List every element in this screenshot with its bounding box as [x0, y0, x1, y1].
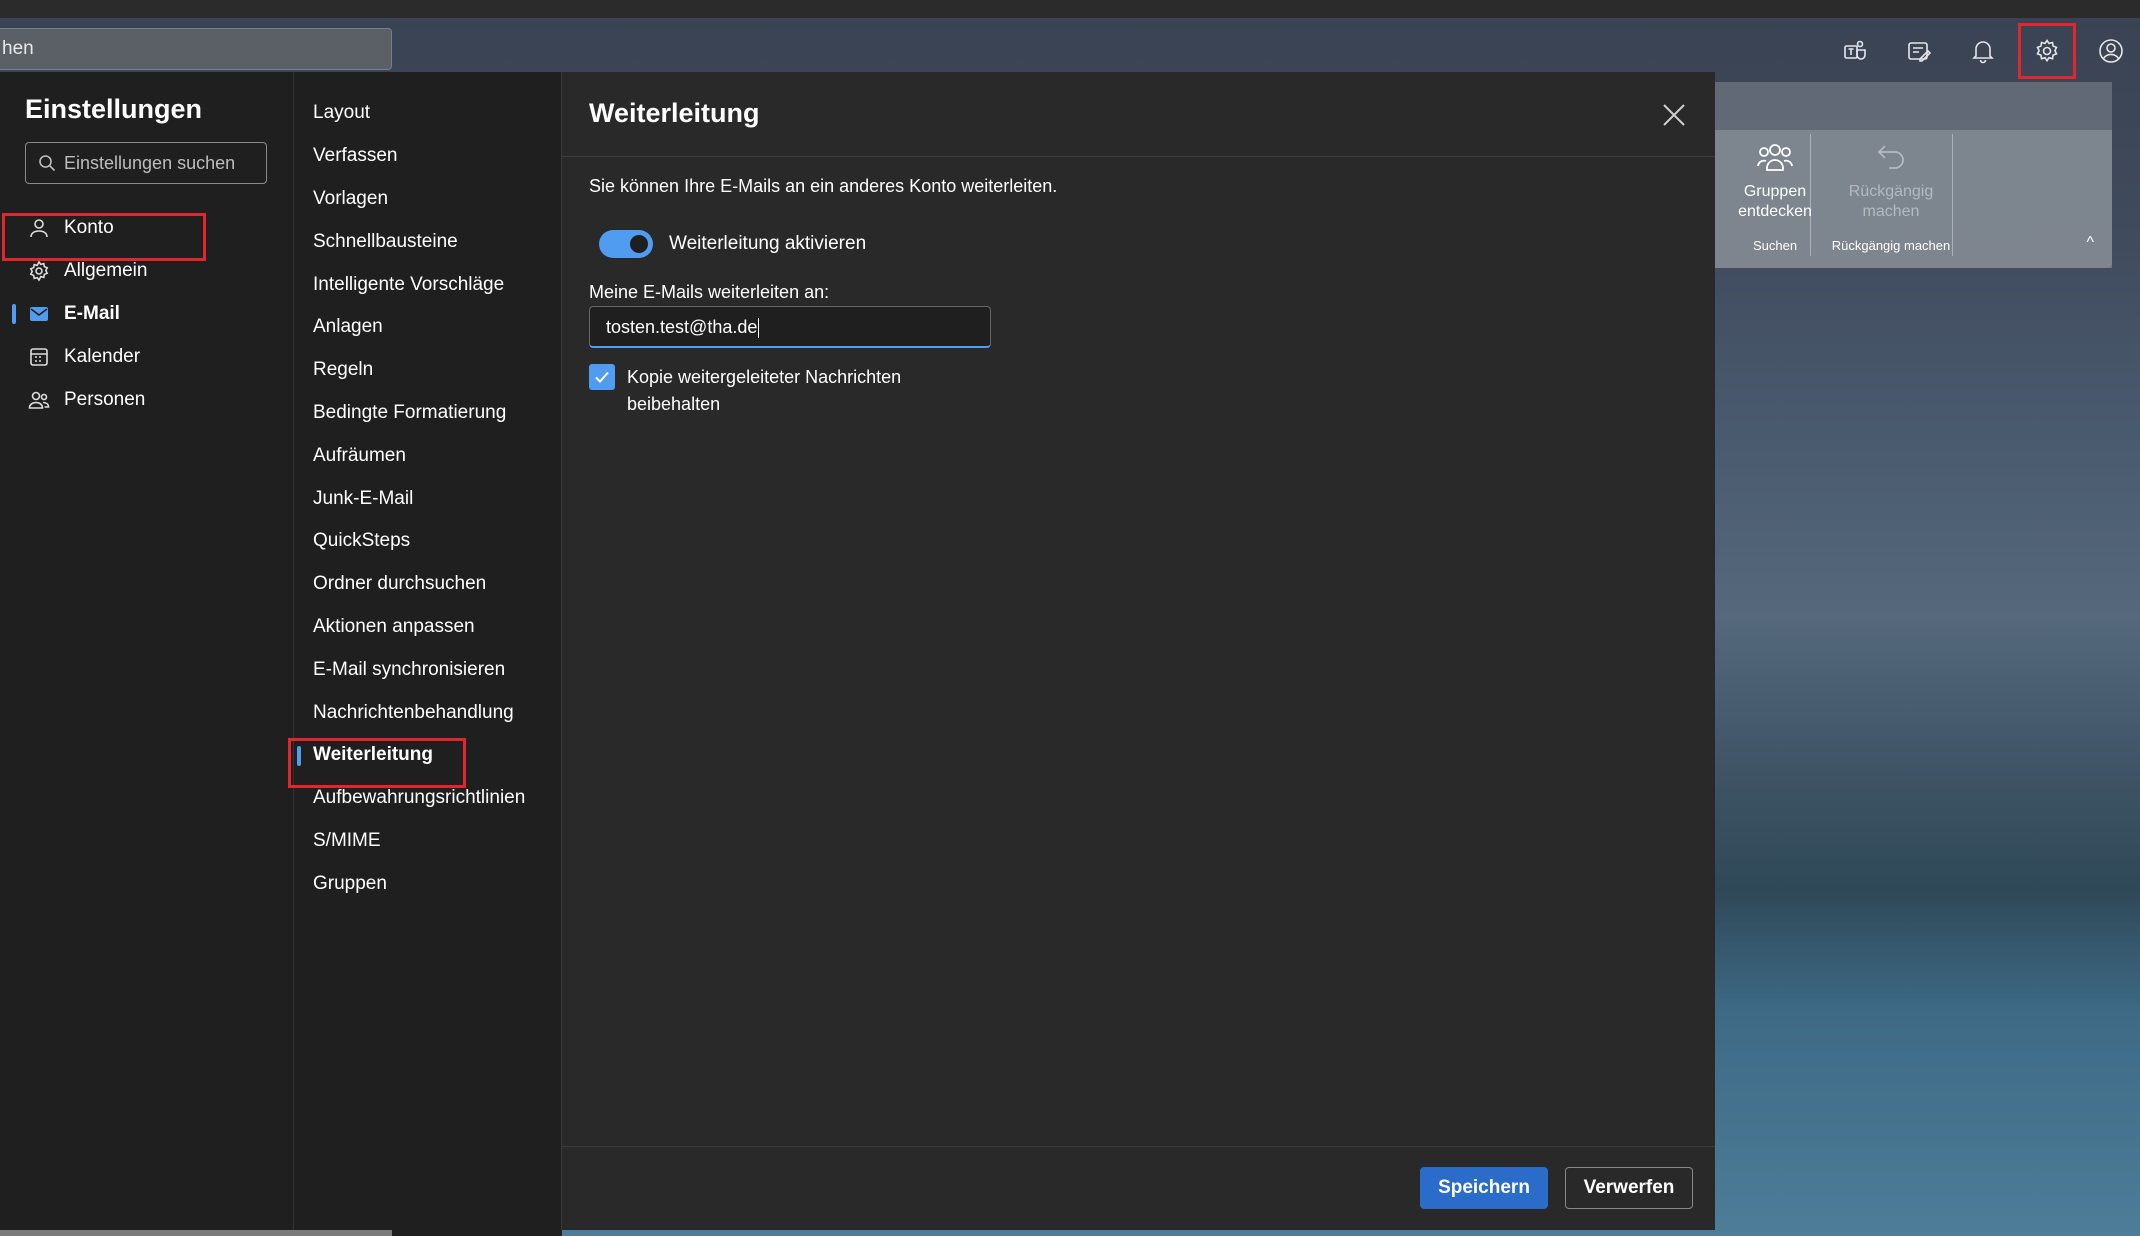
toggle-knob: [630, 235, 648, 253]
bottom-edge: [0, 1230, 392, 1236]
discard-button[interactable]: Verwerfen: [1565, 1167, 1693, 1209]
forwarding-toggle-row: Weiterleitung aktivieren: [599, 230, 866, 258]
keep-copy-row: Kopie weitergeleiteter Nachrichten beibe…: [589, 364, 947, 418]
people-icon: [28, 391, 50, 409]
gear-icon: [29, 260, 49, 281]
mail-icon: [30, 306, 48, 321]
footer-divider: [562, 1146, 1715, 1147]
undo-label: Rückgängig machen: [1848, 183, 1934, 220]
category-label: Allgemein: [64, 259, 148, 281]
discover-groups-label: Gruppen entdecken: [1738, 183, 1812, 220]
bell-icon[interactable]: [1954, 23, 2012, 79]
subnav-aktionen-anpassen[interactable]: Aktionen anpassen: [294, 606, 562, 649]
search-group-label: Suchen: [1752, 238, 1798, 253]
keep-copy-label: Kopie weitergeleiteter Nachrichten beibe…: [627, 367, 902, 414]
ribbon-separator: [1810, 134, 1811, 256]
gear-icon: [2036, 39, 2058, 63]
subnav-regeln[interactable]: Regeln: [294, 349, 562, 392]
ribbon-collapse-button[interactable]: ^: [2086, 234, 2094, 252]
forward-address-label: Meine E-Mails weiterleiten an:: [589, 282, 830, 302]
calendar-icon: [30, 347, 48, 366]
discover-groups-button[interactable]: Gruppen entdecken: [1720, 138, 1830, 222]
subnav-schnellbausteine[interactable]: Schnellbausteine: [294, 220, 562, 263]
window-top-strip: [0, 0, 2140, 18]
settings-title: Einstellungen: [25, 94, 203, 124]
forward-address-value: tosten.test@tha.de: [606, 317, 758, 337]
text-caret: [758, 318, 760, 339]
subnav-smime[interactable]: S/MIME: [294, 820, 562, 863]
undo-icon: [1877, 145, 1904, 169]
forwarding-panel: Weiterleitung Sie können Ihre E-Mails an…: [561, 72, 1715, 1230]
subnav-ordner-durchsuchen[interactable]: Ordner durchsuchen: [294, 563, 562, 606]
ribbon-separator: [1952, 134, 1953, 256]
category-label: Kalender: [64, 345, 141, 367]
forwarding-toggle-label: Weiterleitung aktivieren: [669, 233, 867, 254]
global-search-input[interactable]: hen: [0, 28, 392, 70]
checkmark-icon: [595, 371, 609, 383]
subnav-bedingte-formatierung[interactable]: Bedingte Formatierung: [294, 392, 562, 435]
groups-icon: [1757, 144, 1793, 171]
undo-button[interactable]: Rückgängig machen: [1836, 138, 1946, 222]
page-title: Weiterleitung: [589, 98, 760, 128]
subnav-junk-email[interactable]: Junk-E-Mail: [294, 477, 562, 520]
category-label: E-Mail: [64, 302, 120, 324]
forwarding-description: Sie können Ihre E-Mails an ein anderes K…: [589, 176, 1058, 196]
ribbon-fragment: Gruppen entdecken Suchen Rückgängig mach…: [1714, 82, 2112, 268]
forwarding-toggle[interactable]: [599, 230, 653, 258]
settings-search-placeholder: Einstellungen suchen: [64, 152, 236, 173]
top-toolbar: [1820, 22, 2140, 80]
undo-group-label: Rückgängig machen: [1831, 238, 1951, 253]
subnav-vorlagen[interactable]: Vorlagen: [294, 178, 562, 221]
profile-icon[interactable]: [2082, 23, 2140, 79]
subnav-gruppen[interactable]: Gruppen: [294, 862, 562, 905]
subnav-email-synchronisieren[interactable]: E-Mail synchronisieren: [294, 648, 562, 691]
keep-copy-checkbox[interactable]: [589, 364, 615, 390]
category-personen[interactable]: Personen: [0, 378, 293, 421]
forward-address-input[interactable]: tosten.test@tha.de: [589, 306, 991, 348]
subnav-verfassen[interactable]: Verfassen: [294, 135, 562, 178]
subnav-aufraeumen[interactable]: Aufräumen: [294, 434, 562, 477]
save-button[interactable]: Speichern: [1420, 1167, 1548, 1209]
highlight-email-category: [2, 213, 206, 261]
search-icon: [39, 155, 56, 172]
header-divider: [562, 156, 1715, 157]
category-label: Personen: [64, 388, 146, 410]
highlight-forwarding-item: [288, 738, 466, 788]
notes-icon[interactable]: [1890, 23, 1948, 79]
category-email[interactable]: E-Mail: [0, 292, 293, 335]
settings-search-input[interactable]: Einstellungen suchen: [25, 142, 267, 184]
subnav-layout[interactable]: Layout: [294, 92, 562, 135]
subnav-anlagen[interactable]: Anlagen: [294, 306, 562, 349]
subnav-quicksteps[interactable]: QuickSteps: [294, 520, 562, 563]
subnav-nachrichtenbehandlung[interactable]: Nachrichtenbehandlung: [294, 691, 562, 734]
subnav-intelligente-vorschlaege[interactable]: Intelligente Vorschläge: [294, 263, 562, 306]
teams-icon[interactable]: [1826, 23, 1884, 79]
settings-gear-button[interactable]: [2018, 23, 2076, 79]
close-icon[interactable]: [1659, 100, 1689, 130]
email-settings-list-panel: Layout Verfassen Vorlagen Schnellbaustei…: [293, 72, 562, 1236]
category-kalender[interactable]: Kalender: [0, 335, 293, 378]
